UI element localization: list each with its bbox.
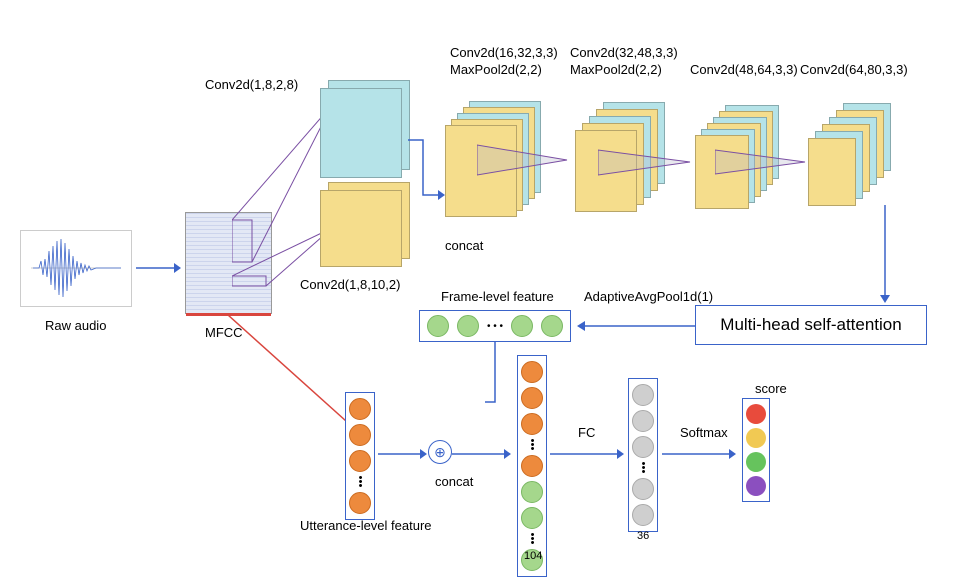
frame-feature-vector: • • • <box>419 310 571 342</box>
fc-feature-36: ••• <box>628 378 658 532</box>
raw-audio-label: Raw audio <box>45 318 106 333</box>
arrow-to-attention <box>870 205 900 305</box>
arrow-to-concat <box>403 90 448 210</box>
score-label: score <box>755 381 787 396</box>
arrow-concat-104 <box>452 444 512 464</box>
score-vector <box>742 398 770 502</box>
arrow-attn-frame <box>575 316 695 336</box>
utterance-label: Utterance-level feature <box>300 518 432 533</box>
arrow-audio-mfcc <box>136 258 181 278</box>
concat-feature-104: ••• ••• <box>517 355 547 577</box>
concat-operator: ⊕ <box>428 440 452 464</box>
adaptive-label: AdaptiveAvgPool1d(1) <box>584 289 713 304</box>
attention-block: Multi-head self-attention <box>695 305 927 345</box>
arrow-frame-down <box>485 342 505 442</box>
arrow-fc <box>550 444 625 464</box>
attention-label: Multi-head self-attention <box>720 315 901 335</box>
conv1-top-label: Conv2d(1,8,2,8) <box>205 77 298 92</box>
arrow-utter-concat <box>378 444 428 464</box>
cone-4 <box>715 142 815 192</box>
conv2-label: Conv2d(16,32,3,3) <box>450 45 558 60</box>
frame-level-label: Frame-level feature <box>441 289 554 304</box>
conv1-bottom-label: Conv2d(1,8,10,2) <box>300 277 400 292</box>
maxpool3-label: MaxPool2d(2,2) <box>570 62 662 77</box>
softmax-label: Softmax <box>680 425 728 440</box>
conv5-label: Conv2d(64,80,3,3) <box>800 62 908 77</box>
maxpool2-label: MaxPool2d(2,2) <box>450 62 542 77</box>
concat2-label: concat <box>435 474 473 489</box>
utterance-feature-vector: ••• <box>345 392 375 520</box>
fc-label: FC <box>578 425 595 440</box>
n104-label: 104 <box>524 550 542 562</box>
raw-audio-plot <box>20 230 132 307</box>
conv3-label: Conv2d(32,48,3,3) <box>570 45 678 60</box>
cone-2 <box>477 135 577 195</box>
cone-3 <box>598 140 698 195</box>
concat1-label: concat <box>445 238 483 253</box>
arrow-softmax <box>662 444 737 464</box>
conv4-label: Conv2d(48,64,3,3) <box>690 62 798 77</box>
n36-label: 36 <box>637 530 649 542</box>
